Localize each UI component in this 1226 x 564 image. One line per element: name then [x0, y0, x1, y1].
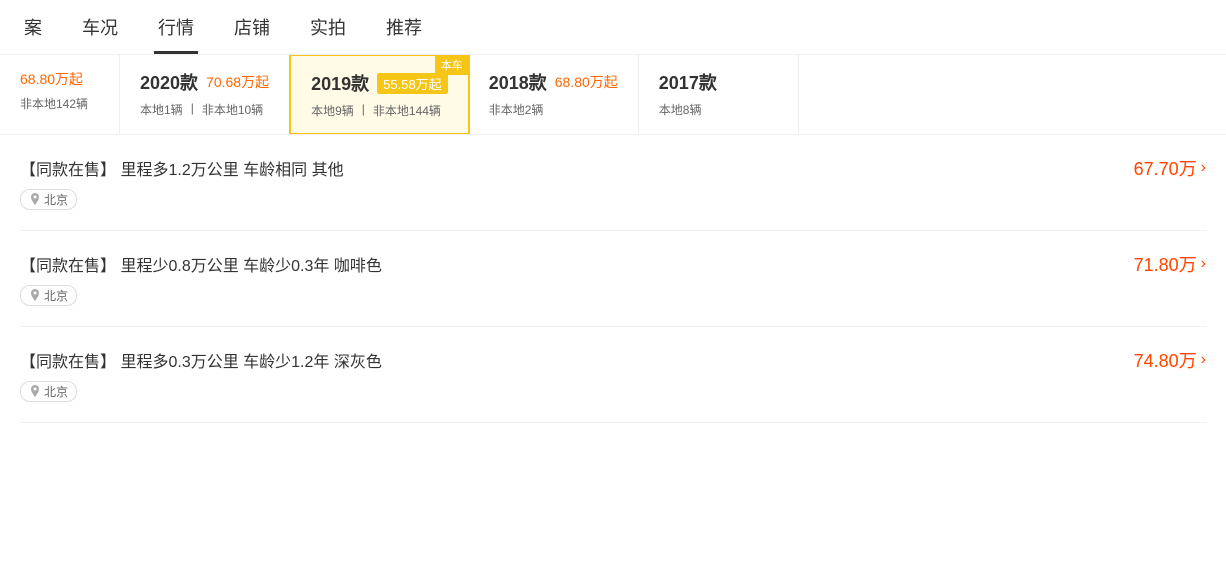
year-2018-price: 68.80万起: [555, 72, 618, 92]
nav-tabs: 案 车况 行情 店铺 实拍 推荐: [0, 0, 1226, 55]
year-selector: 68.80万起 非本地142辆 2020款 70.68万起 本地1辆 | 非本地…: [0, 55, 1226, 135]
year-2019-price: 55.58万起: [377, 73, 448, 94]
listing-location-text-0: 北京: [44, 191, 68, 208]
year-2020-price: 70.68万起: [206, 72, 269, 92]
year-2020-nonlocal: 非本地10辆: [202, 101, 263, 118]
year-2019-label: 2019款: [311, 70, 369, 96]
listings-container: 【同款在售】 里程多1.2万公里 车龄相同 其他 67.70万 › 北京 【同款…: [0, 135, 1226, 423]
year-card-prev[interactable]: 68.80万起 非本地142辆: [0, 55, 120, 134]
year-2018-nonlocal: 非本地2辆: [489, 101, 544, 118]
tab-shipai[interactable]: 实拍: [306, 0, 350, 54]
listing-desc-1: 里程少0.8万公里 车龄少0.3年 咖啡色: [120, 258, 381, 275]
listing-meta-1: 北京: [20, 285, 1206, 306]
year-2020-local: 本地1辆: [140, 101, 183, 118]
banche-tag: 本车: [435, 55, 469, 75]
listing-item-0[interactable]: 【同款在售】 里程多1.2万公里 车龄相同 其他 67.70万 › 北京: [20, 135, 1206, 231]
listing-desc-2: 里程多0.3万公里 车龄少1.2年 深灰色: [120, 354, 381, 371]
tab-dianpu[interactable]: 店铺: [230, 0, 274, 54]
year-card-2018[interactable]: 2018款 68.80万起 非本地2辆: [469, 55, 639, 134]
listing-price-1: 71.80万 ›: [1134, 251, 1206, 277]
listing-price-value-1: 71.80万: [1134, 251, 1197, 277]
listing-location-2: 北京: [20, 381, 77, 402]
listing-price-value-0: 67.70万: [1134, 155, 1197, 181]
listing-location-1: 北京: [20, 285, 77, 306]
chevron-icon-2: ›: [1201, 351, 1206, 369]
listing-title-2: 【同款在售】 里程多0.3万公里 车龄少1.2年 深灰色: [20, 348, 382, 372]
year-2017-local: 本地8辆: [659, 101, 702, 118]
listing-meta-0: 北京: [20, 189, 1206, 210]
year-card-2020[interactable]: 2020款 70.68万起 本地1辆 | 非本地10辆: [120, 55, 290, 134]
location-icon-2: [29, 385, 41, 399]
tab-an[interactable]: 案: [20, 0, 46, 54]
year-2020-divider: |: [191, 101, 194, 118]
tab-tuijian[interactable]: 推荐: [382, 0, 426, 54]
listing-location-0: 北京: [20, 189, 77, 210]
location-icon-1: [29, 289, 41, 303]
listing-location-text-1: 北京: [44, 287, 68, 304]
prev-price: 68.80万起: [20, 69, 83, 89]
listing-tag-2: 【同款在售】: [20, 354, 116, 371]
year-2019-nonlocal: 非本地144辆: [373, 102, 441, 119]
year-card-2019[interactable]: 本车 2019款 55.58万起 本地9辆 | 非本地144辆: [289, 55, 470, 135]
listing-title-1: 【同款在售】 里程少0.8万公里 车龄少0.3年 咖啡色: [20, 252, 382, 276]
prev-non-local: 非本地142辆: [20, 95, 88, 112]
listing-meta-2: 北京: [20, 381, 1206, 402]
year-card-2017[interactable]: 2017款 本地8辆: [639, 55, 799, 134]
listing-tag-0: 【同款在售】: [20, 162, 116, 179]
listing-price-value-2: 74.80万: [1134, 347, 1197, 373]
tab-hangqing[interactable]: 行情: [154, 0, 198, 54]
year-2019-local: 本地9辆: [311, 102, 354, 119]
year-2018-label: 2018款: [489, 69, 547, 95]
year-2017-label: 2017款: [659, 69, 717, 95]
listing-desc-0: 里程多1.2万公里 车龄相同 其他: [120, 162, 343, 179]
location-icon-0: [29, 193, 41, 207]
listing-title-0: 【同款在售】 里程多1.2万公里 车龄相同 其他: [20, 156, 344, 180]
chevron-icon-1: ›: [1201, 255, 1206, 273]
year-2020-label: 2020款: [140, 69, 198, 95]
listing-item-2[interactable]: 【同款在售】 里程多0.3万公里 车龄少1.2年 深灰色 74.80万 › 北京: [20, 327, 1206, 423]
listing-price-0: 67.70万 ›: [1134, 155, 1206, 181]
listing-location-text-2: 北京: [44, 383, 68, 400]
listing-item-1[interactable]: 【同款在售】 里程少0.8万公里 车龄少0.3年 咖啡色 71.80万 › 北京: [20, 231, 1206, 327]
listing-tag-1: 【同款在售】: [20, 258, 116, 275]
chevron-icon-0: ›: [1201, 159, 1206, 177]
tab-chekuang[interactable]: 车况: [78, 0, 122, 54]
year-2019-divider: |: [362, 102, 365, 119]
listing-price-2: 74.80万 ›: [1134, 347, 1206, 373]
